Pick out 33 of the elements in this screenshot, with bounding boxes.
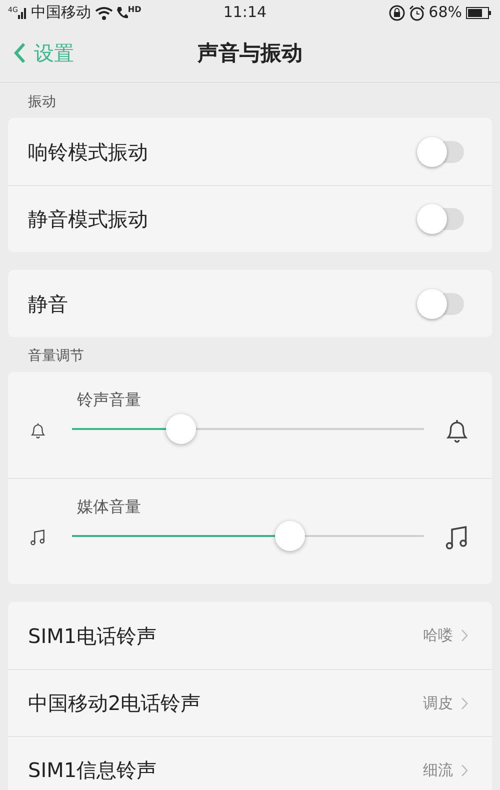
- setting-value: 调皮: [423, 692, 453, 714]
- setting-label: 响铃模式振动: [28, 138, 148, 166]
- setting-value: 细流: [423, 760, 453, 781]
- battery-label: 68%: [428, 2, 462, 24]
- section-label: 振动: [27, 93, 57, 112]
- setting-label: SIM1电话铃声: [28, 622, 157, 650]
- settings-row[interactable]: SIM1电话铃声 哈喽: [8, 602, 492, 669]
- phone-icon: [116, 6, 128, 19]
- setting-label: 中国移动2电话铃声: [28, 690, 201, 717]
- settings-row[interactable]: SIM1信息铃声 细流: [8, 736, 492, 790]
- setting-label: 静音模式振动: [28, 206, 148, 233]
- rotation-lock-icon: [388, 4, 405, 20]
- time-label: 11:14: [222, 2, 268, 24]
- setting-label: SIM1信息铃声: [28, 757, 157, 784]
- hd-label: HD: [128, 4, 142, 16]
- slider-thumb[interactable]: [275, 521, 306, 551]
- chevron-left-icon: [14, 42, 26, 64]
- page-title: 声音与振动: [198, 40, 302, 67]
- signal-icon: [18, 6, 27, 18]
- battery-icon: [466, 6, 492, 18]
- setting-label: 静音: [28, 290, 68, 318]
- section-label: 音量调节: [27, 347, 85, 366]
- chevron-right-icon: [461, 696, 468, 710]
- slider-label: 媒体音量: [76, 496, 142, 518]
- setting-value: 哈喽: [423, 625, 453, 646]
- carrier-label: 中国移动: [30, 2, 91, 24]
- slider-thumb[interactable]: [166, 414, 196, 444]
- chevron-right-icon: [461, 764, 468, 776]
- alarm-icon: [408, 4, 425, 20]
- wifi-icon: [94, 6, 113, 20]
- slider-label: 铃声音量: [76, 389, 142, 411]
- chevron-right-icon: [461, 629, 468, 642]
- settings-row[interactable]: 中国移动2电话铃声 调皮: [8, 669, 492, 736]
